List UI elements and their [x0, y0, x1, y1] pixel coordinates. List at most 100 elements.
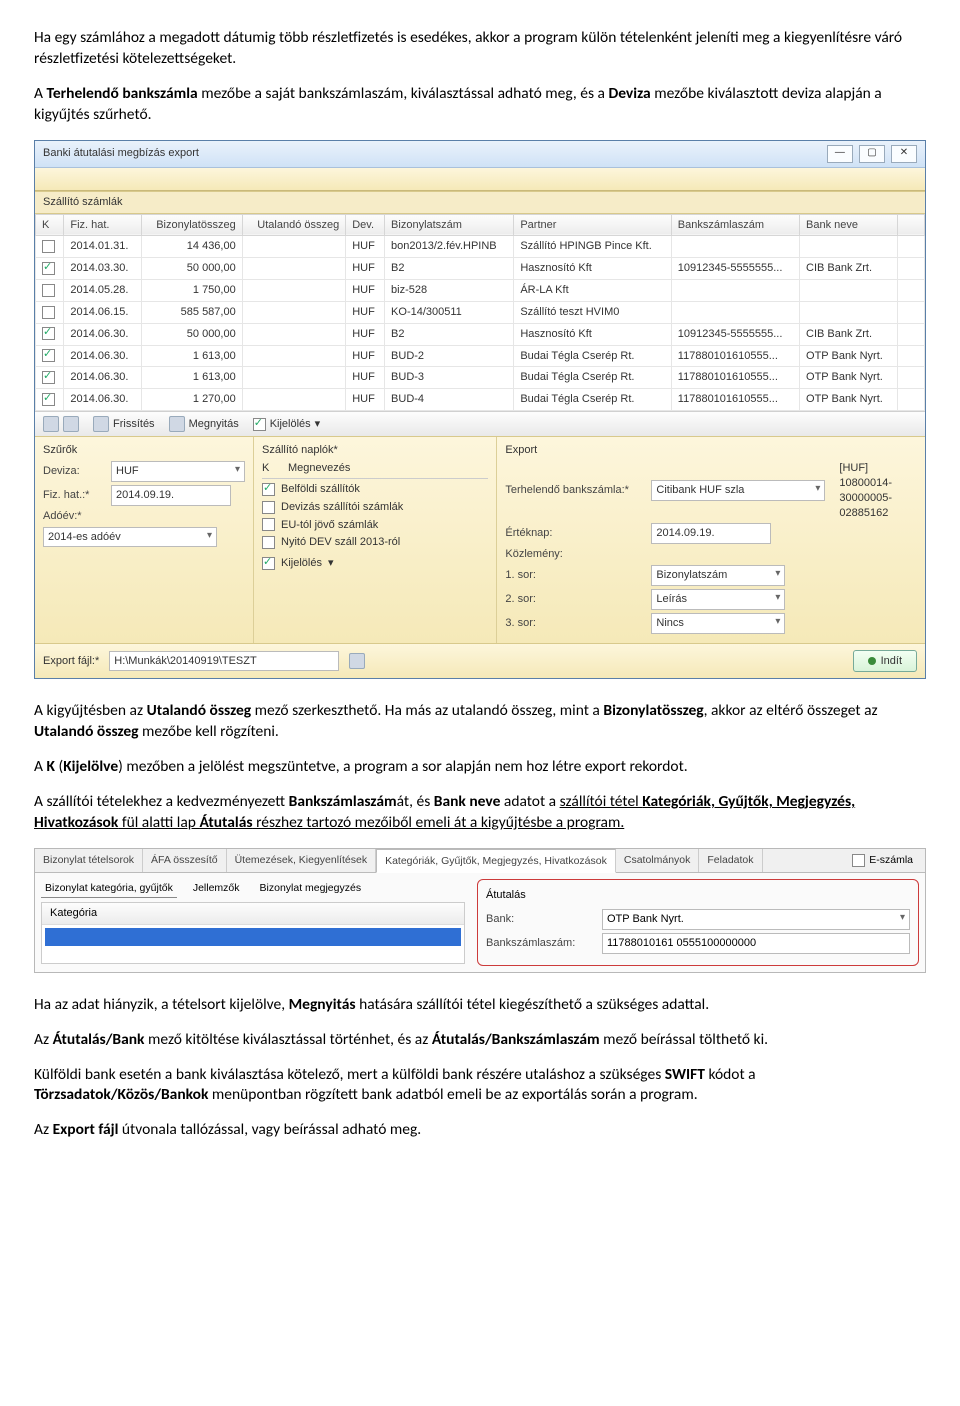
checkbox[interactable]: [262, 501, 275, 514]
select-dropdown[interactable]: Kijelölés: [281, 556, 322, 571]
minimize-button[interactable]: —: [827, 145, 853, 163]
table-row[interactable]: 2014.03.30.50 000,00HUFB2Hasznosító Kft1…: [36, 258, 925, 280]
row-checkbox[interactable]: [42, 240, 55, 253]
account-field[interactable]: 11788010161 0555100000000: [602, 933, 910, 954]
bank-select[interactable]: OTP Bank Nyrt.: [602, 909, 910, 930]
date-field[interactable]: 2014.09.19.: [111, 485, 231, 506]
cell-bizo: 50 000,00: [141, 323, 242, 345]
row3-select[interactable]: Nincs: [651, 613, 785, 634]
col-bizsz[interactable]: Bizonylatszám: [385, 214, 514, 236]
tab[interactable]: Ütemezések, Kiegyenlítések: [227, 849, 376, 872]
subtab[interactable]: Jellemzők: [189, 879, 244, 898]
text: menüpontban rögzített bank adatból emeli…: [208, 1085, 697, 1104]
checkbox[interactable]: [262, 518, 275, 531]
table-row[interactable]: 2014.01.31.14 436,00HUFbon2013/2.fév.HPI…: [36, 236, 925, 258]
text: mezőbe kell rögzíteni.: [139, 722, 279, 741]
col-fiz[interactable]: Fiz. hat.: [64, 214, 142, 236]
cell-bank: [671, 301, 799, 323]
row-checkbox[interactable]: [42, 349, 55, 362]
checkbox[interactable]: [262, 483, 275, 496]
tab[interactable]: Csatolmányok: [616, 849, 700, 872]
panel-title: Export: [505, 443, 917, 458]
subtab[interactable]: Bizonylat kategória, gyűjtők: [41, 879, 177, 898]
open-button[interactable]: Megnyitás: [169, 416, 239, 432]
row-checkbox[interactable]: [42, 371, 55, 384]
valuedate-field[interactable]: 2014.09.19.: [651, 523, 771, 544]
col-k[interactable]: K: [36, 214, 64, 236]
text-bold: Kijelölve: [63, 757, 118, 776]
col-dev[interactable]: Dev.: [346, 214, 385, 236]
check-icon: [262, 557, 275, 570]
row2-select[interactable]: Leírás: [651, 589, 785, 610]
cell-bank: 117880101610555...: [671, 389, 799, 411]
cell-partner: Szállító teszt HVIM0: [514, 301, 671, 323]
row-checkbox[interactable]: [42, 327, 55, 340]
category-grid[interactable]: Kategória: [41, 902, 465, 964]
col-bn[interactable]: Bank neve: [800, 214, 898, 236]
cell-ut[interactable]: [242, 367, 346, 389]
close-button[interactable]: ✕: [891, 145, 917, 163]
cell-ut[interactable]: [242, 258, 346, 280]
row-checkbox[interactable]: [42, 284, 55, 297]
export-path-field[interactable]: H:\Munkák\20140919\TESZT: [109, 651, 339, 672]
tab-active[interactable]: Kategóriák, Gyűjtők, Megjegyzés, Hivatko…: [376, 849, 616, 873]
cell-ut[interactable]: [242, 345, 346, 367]
cell-bank: 10912345-5555555...: [671, 323, 799, 345]
text: Külföldi bank esetén a bank kiválasztása…: [34, 1065, 665, 1084]
maximize-button[interactable]: ▢: [859, 145, 885, 163]
row-checkbox[interactable]: [42, 393, 55, 406]
cell-ut[interactable]: [242, 280, 346, 302]
text: , akkor az eltérő összeget az: [704, 701, 878, 720]
table-row[interactable]: 2014.06.30.1 613,00HUFBUD-2Budai Tégla C…: [36, 345, 925, 367]
action-bar: Frissítés Megnyitás Kijelölés ▾: [35, 411, 925, 436]
table-row[interactable]: 2014.06.30.1 613,00HUFBUD-3Budai Tégla C…: [36, 367, 925, 389]
cell-bizo: 1 270,00: [141, 389, 242, 411]
start-button[interactable]: Indít: [853, 650, 917, 673]
tab[interactable]: Bizonylat tételsorok: [35, 849, 143, 872]
col-part[interactable]: Partner: [514, 214, 671, 236]
col-bizo[interactable]: Bizonylatösszeg: [141, 214, 242, 236]
col-ut[interactable]: Utalandó összeg: [242, 214, 346, 236]
row-checkbox[interactable]: [42, 306, 55, 319]
open-icon: [169, 416, 185, 432]
icon-group[interactable]: [43, 416, 79, 432]
refresh-icon: [93, 416, 109, 432]
bank-select[interactable]: Citibank HUF szla: [651, 480, 825, 501]
refresh-button[interactable]: Frissítés: [93, 416, 155, 432]
row-checkbox[interactable]: [42, 262, 55, 275]
checkbox[interactable]: [262, 536, 275, 549]
paragraph-7: Az Átutalás/Bank mező kitöltése kiválasz…: [34, 1030, 926, 1051]
table-row[interactable]: 2014.06.15.585 587,00HUFKO-14/300511Szál…: [36, 301, 925, 323]
text-bold: Átutalás/Bankszámlaszám: [432, 1030, 600, 1049]
select-button[interactable]: Kijelölés ▾: [253, 417, 321, 432]
paragraph-2: A Terhelendő bankszámla mezőbe a saját b…: [34, 84, 926, 126]
browse-icon[interactable]: [349, 653, 365, 669]
cell-ut[interactable]: [242, 301, 346, 323]
cell-ut[interactable]: [242, 323, 346, 345]
cell-bizo: 1 750,00: [141, 280, 242, 302]
detail-panel: Bizonylat tételsorok ÁFA összesítő Üteme…: [34, 848, 926, 973]
row1-select[interactable]: Bizonylatszám: [651, 565, 785, 586]
tab[interactable]: ÁFA összesítő: [143, 849, 227, 872]
currency-select[interactable]: HUF: [111, 461, 245, 482]
col-bank[interactable]: Bankszámlaszám: [671, 214, 799, 236]
tab[interactable]: Feladatok: [699, 849, 762, 872]
table-row[interactable]: 2014.05.28.1 750,00HUFbiz-528ÁR-LA Kft: [36, 280, 925, 302]
table-row[interactable]: 2014.06.30.1 270,00HUFBUD-4Budai Tégla C…: [36, 389, 925, 411]
text: A: [34, 757, 46, 776]
cell-bizo: 585 587,00: [141, 301, 242, 323]
label: E-számla: [869, 853, 913, 867]
cell-ut[interactable]: [242, 389, 346, 411]
text-bold-underline: Átutalás: [199, 813, 252, 832]
subtab[interactable]: Bizonylat megjegyzés: [256, 879, 366, 898]
cell-ut[interactable]: [242, 236, 346, 258]
paragraph-6: Ha az adat hiányzik, a tételsort kijelöl…: [34, 995, 926, 1016]
taxyear-select[interactable]: 2014-es adóév: [43, 527, 217, 548]
export-panel: Export Terhelendő bankszámla:*Citibank H…: [497, 437, 925, 642]
cell-date: 2014.03.30.: [64, 258, 142, 280]
einvoice-check[interactable]: E-számla: [852, 853, 913, 867]
text: útvonala tallózással, vagy beírással adh…: [118, 1120, 421, 1139]
label: Export fájl:*: [43, 654, 99, 669]
cell-partner: Budai Tégla Cserép Rt.: [514, 367, 671, 389]
table-row[interactable]: 2014.06.30.50 000,00HUFB2Hasznosító Kft1…: [36, 323, 925, 345]
